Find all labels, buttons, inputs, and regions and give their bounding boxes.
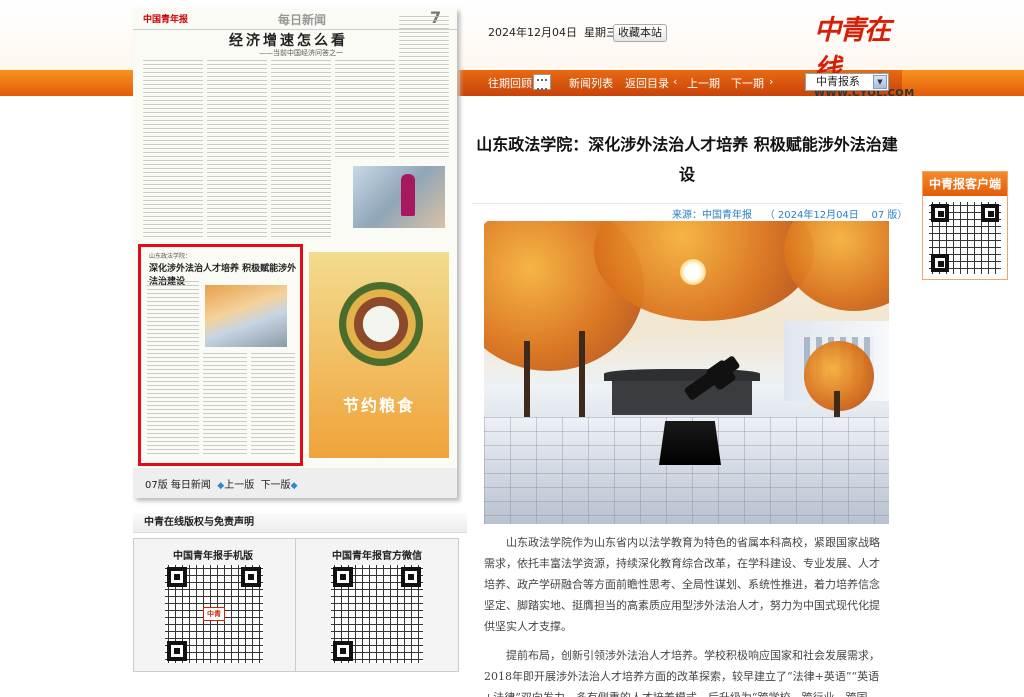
qr-left-title: 中国青年报手机版 <box>173 551 253 562</box>
calendar-icon[interactable] <box>533 74 551 90</box>
client-title: 中青报客户端 <box>923 172 1007 196</box>
paper-photo[interactable] <box>353 166 445 228</box>
newspaper-image[interactable]: 中国青年报 每日新闻 7 经济增速怎么看 ——当前中国经济问答之一 山东政法学院… <box>133 8 457 468</box>
nav-past-review[interactable]: 往期回顾 <box>488 75 532 91</box>
food-poster[interactable]: 节约粮食 <box>309 252 449 458</box>
nav-next-issue[interactable]: 下一期 <box>731 75 764 91</box>
article-photo <box>484 221 889 524</box>
food-caption: 节约粮食 <box>343 396 416 415</box>
paper-section: 每日新闻 <box>278 13 327 27</box>
highlight-text <box>251 353 295 457</box>
chevron-down-icon: ▼ <box>873 75 887 89</box>
paper-masthead: 中国青年报 <box>143 15 189 25</box>
qr-code-mobile: 中青 <box>165 565 263 663</box>
qr-divider <box>295 538 296 672</box>
qr-finder <box>333 567 353 587</box>
chevron-right-icon: › <box>769 75 774 88</box>
article-paragraph: 山东政法学院作为山东省内以法学教育为特色的省属本科高校，紧跟国家战略需求，依托丰… <box>484 536 880 633</box>
paper-select[interactable]: 中青报系 ▼ <box>805 73 889 91</box>
nav-news-list[interactable]: 新闻列表 <box>569 75 613 91</box>
photo-sun <box>680 259 706 285</box>
highlighted-article[interactable]: 山东政法学院： 深化涉外法治人才培养 积极赋能涉外法治建设 <box>138 244 303 466</box>
qr-finder <box>401 567 421 587</box>
article-date: （ 2024年12月04日 <box>764 210 859 221</box>
paper-subhead: ——当前中国经济问答之一 <box>259 49 343 57</box>
chevron-left-icon: ‹ <box>673 75 678 88</box>
qr-finder <box>167 567 187 587</box>
article-meta: 来源：中国青年报 （ 2024年12月04日 07 版） <box>672 206 907 221</box>
qr-finder <box>931 254 949 272</box>
article-source: 来源：中国青年报 <box>672 210 752 221</box>
article-title: 山东政法学院：深化涉外法治人才培养 积极赋能涉外法治建设 <box>476 135 898 184</box>
paper-text-column[interactable] <box>399 16 449 160</box>
qr-finder <box>167 641 187 661</box>
highlight-photo <box>205 285 287 347</box>
highlight-text <box>147 281 199 456</box>
qr-finder <box>333 641 353 661</box>
qr-finder <box>931 204 949 222</box>
client-qr-panel[interactable]: 中青报客户端 <box>922 171 1008 280</box>
paper-footer: 07版 每日新闻 ◆上一版 下一版◆ <box>145 476 297 491</box>
diamond-icon: ◆ <box>290 481 298 491</box>
photo-tree <box>784 221 889 311</box>
footer-next-link[interactable]: 下一版 <box>261 480 291 491</box>
footer-prev-link[interactable]: 上一版 <box>224 480 254 491</box>
article-paragraph: 提前布局，创新引领涉外法治人才培养。学校积极响应国家和社会发展需求，2018年即… <box>484 649 880 697</box>
site-logo[interactable]: 中青在线 WWW.CYOL.COM <box>814 8 914 99</box>
paper-text-column[interactable] <box>207 60 267 240</box>
paper-headline[interactable]: 经济增速怎么看 <box>229 30 348 50</box>
paper-select-value: 中青报系 <box>816 75 860 88</box>
photo-pavilion <box>604 369 760 415</box>
qr-right-title: 中国青年报官方微信 <box>332 551 422 562</box>
photo-trunk <box>579 331 585 421</box>
qr-logo: 中青 <box>203 607 225 621</box>
footer-section: 每日新闻 <box>170 480 211 491</box>
article-body: 山东政法学院作为山东省内以法学教育为特色的省属本科高校，紧跟国家战略需求，依托丰… <box>484 532 889 697</box>
qr-code-wechat <box>331 565 423 663</box>
paper-text-column[interactable] <box>335 60 395 160</box>
qr-finder <box>241 567 261 587</box>
paper-text-column[interactable] <box>143 60 203 240</box>
footer-page: 07版 <box>145 480 168 491</box>
newspaper-page: 中国青年报 每日新闻 7 经济增速怎么看 ——当前中国经济问答之一 山东政法学院… <box>133 8 457 498</box>
title-divider <box>472 203 902 204</box>
favorite-button[interactable]: 收藏本站 <box>613 24 667 42</box>
date-text: 2024年12月04日 星期三 <box>488 26 617 39</box>
qr-code-client <box>929 202 1001 274</box>
highlight-kicker: 山东政法学院： <box>149 253 192 260</box>
article-page: 07 版） <box>871 210 908 221</box>
photo-plinth <box>659 421 721 465</box>
nav-prev-issue[interactable]: 上一期 <box>687 75 720 91</box>
nav-back-to-index[interactable]: 返回目录 <box>625 75 669 91</box>
paper-text-column[interactable] <box>271 60 331 240</box>
grain-bowl-image <box>339 282 423 366</box>
disclaimer-link[interactable]: 中青在线版权与免责声明 <box>133 513 467 533</box>
highlight-text <box>203 353 247 457</box>
qr-finder <box>981 204 999 222</box>
